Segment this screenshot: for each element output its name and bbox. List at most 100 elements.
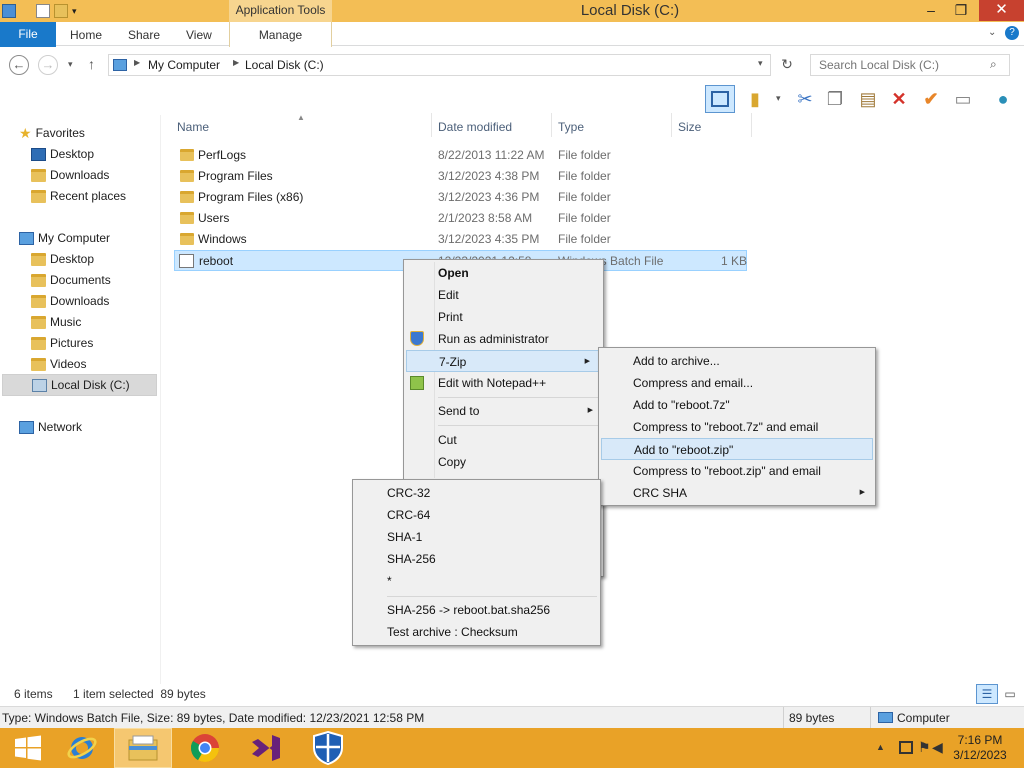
paste-icon[interactable]: ▤ (855, 86, 881, 112)
menu-item-compress-zip-email[interactable]: Compress to "reboot.zip" and email (599, 460, 875, 482)
nav-fav-desktop[interactable]: Desktop (31, 144, 94, 165)
cut-icon[interactable]: ✂ (792, 86, 818, 112)
rename-icon[interactable]: ▭ (950, 86, 976, 112)
menu-item-sha1[interactable]: SHA-1 (353, 526, 600, 548)
file-row[interactable]: Program Files (x86) 3/12/2023 4:36 PM Fi… (174, 187, 747, 208)
folder-options-icon[interactable]: ▮ (742, 86, 768, 112)
tab-home[interactable]: Home (70, 22, 102, 47)
menu-item-compress-email[interactable]: Compress and email... (599, 372, 875, 394)
chevron-down-icon[interactable]: ▾ (758, 58, 763, 69)
nav-documents[interactable]: Documents (31, 270, 111, 291)
nav-fav-recent[interactable]: Recent places (31, 186, 126, 207)
menu-item-notepadpp[interactable]: Edit with Notepad++ (404, 372, 603, 394)
nav-my-computer[interactable]: My Computer (19, 228, 110, 249)
search-icon[interactable]: ⌕ (990, 57, 997, 72)
seven-zip-submenu: Add to archive... Compress and email... … (598, 347, 876, 506)
column-header-date[interactable]: Date modified (438, 118, 512, 136)
start-button[interactable] (0, 728, 56, 768)
refresh-icon[interactable]: ↻ (776, 56, 798, 76)
breadcrumb-local-disk[interactable]: Local Disk (C:) (245, 58, 324, 72)
preview-pane-icon[interactable] (705, 85, 735, 113)
search-input[interactable] (810, 54, 1010, 76)
nav-downloads[interactable]: Downloads (31, 291, 109, 312)
menu-item-add-7z[interactable]: Add to "reboot.7z" (599, 394, 875, 416)
nav-network[interactable]: Network (19, 417, 82, 438)
menu-item-7zip[interactable]: 7-Zip ▶ (406, 350, 601, 372)
address-bar[interactable]: ▶ My Computer ▶ Local Disk (C:) ▾ (108, 54, 771, 76)
copy-icon[interactable]: ❐ (822, 86, 848, 112)
menu-item-send-to[interactable]: Send to ▶ (404, 400, 603, 422)
details-view-icon[interactable]: ☰ (976, 684, 998, 704)
clock[interactable]: 7:16 PM 3/12/2023 (950, 733, 1010, 763)
taskbar-chrome[interactable] (177, 728, 233, 768)
explorer-icon[interactable] (2, 4, 16, 18)
menu-item-sha256-file[interactable]: SHA-256 -> reboot.bat.sha256 (353, 599, 600, 621)
column-separator[interactable] (551, 113, 552, 137)
menu-item-compress-7z-email[interactable]: Compress to "reboot.7z" and email (599, 416, 875, 438)
nav-videos[interactable]: Videos (31, 354, 86, 375)
nav-local-disk[interactable]: Local Disk (C:) (2, 374, 157, 396)
new-folder-icon[interactable] (54, 4, 68, 18)
menu-item-test-checksum[interactable]: Test archive : Checksum (353, 621, 600, 643)
column-separator[interactable] (671, 113, 672, 137)
file-row[interactable]: Users 2/1/2023 8:58 AM File folder (174, 208, 747, 229)
restore-button[interactable]: ❐ (946, 0, 976, 20)
file-row[interactable]: Windows 3/12/2023 4:35 PM File folder (174, 229, 747, 250)
nav-fav-downloads[interactable]: Downloads (31, 165, 109, 186)
chevron-down-icon[interactable]: ⌄ (988, 27, 996, 38)
flag-icon[interactable]: ⚑ (918, 739, 931, 756)
column-header-name[interactable]: Name (177, 118, 209, 136)
menu-item-edit[interactable]: Edit (404, 284, 603, 306)
taskbar-file-explorer[interactable] (114, 728, 172, 768)
menu-item-add-to-archive[interactable]: Add to archive... (599, 350, 875, 372)
chevron-down-icon[interactable]: ▾ (776, 93, 781, 104)
navigation-pane: ★ Favorites Desktop Downloads Recent plac… (0, 115, 160, 684)
nav-pictures[interactable]: Pictures (31, 333, 93, 354)
taskbar-visual-studio[interactable] (238, 728, 294, 768)
menu-item-add-zip[interactable]: Add to "reboot.zip" (601, 438, 873, 460)
forward-arrow-icon[interactable]: → (38, 55, 58, 75)
nav-desktop[interactable]: Desktop (31, 249, 94, 270)
back-arrow-icon[interactable]: ← (9, 55, 29, 75)
menu-item-cut[interactable]: Cut (404, 429, 603, 451)
volume-icon[interactable]: ◀ (932, 739, 943, 756)
taskbar-internet-explorer[interactable] (54, 728, 110, 768)
nav-favorites[interactable]: ★ Favorites (19, 123, 85, 144)
large-icons-view-icon[interactable]: ▭ (1002, 686, 1018, 702)
network-tray-icon[interactable] (899, 741, 913, 754)
tab-view[interactable]: View (186, 22, 212, 47)
menu-item-print[interactable]: Print (404, 306, 603, 328)
file-row[interactable]: Program Files 3/12/2023 4:38 PM File fol… (174, 166, 747, 187)
tab-manage[interactable]: Manage (229, 22, 332, 47)
delete-icon[interactable]: ✕ (886, 86, 912, 112)
up-arrow-icon[interactable]: ↑ (88, 56, 95, 72)
file-row[interactable]: PerfLogs 8/22/2013 11:22 AM File folder (174, 145, 747, 166)
file-size: 89 bytes (789, 711, 835, 725)
menu-item-sha256[interactable]: SHA-256 (353, 548, 600, 570)
column-header-type[interactable]: Type (558, 118, 584, 136)
help-icon[interactable]: ? (1005, 26, 1019, 40)
menu-item-run-as-admin[interactable]: Run as administrator (404, 328, 603, 350)
chevron-up-icon[interactable]: ▲ (876, 742, 885, 752)
column-separator[interactable] (751, 113, 752, 137)
recent-locations-icon[interactable]: ▾ (68, 59, 73, 70)
menu-item-crc-sha[interactable]: CRC SHA ▶ (599, 482, 875, 504)
network-globe-icon[interactable]: ● (990, 86, 1016, 112)
minimize-button[interactable]: – (916, 0, 946, 20)
tab-share[interactable]: Share (128, 22, 160, 47)
nav-music[interactable]: Music (31, 312, 81, 333)
menu-item-crc32[interactable]: CRC-32 (353, 482, 600, 504)
chevron-down-icon[interactable]: ▾ (72, 6, 77, 17)
menu-item-open[interactable]: Open (404, 262, 603, 284)
column-header-size[interactable]: Size (678, 118, 701, 136)
menu-item-all-hashes[interactable]: * (353, 570, 600, 592)
properties-icon[interactable] (36, 4, 50, 18)
checkmark-icon[interactable]: ✔ (918, 86, 944, 112)
taskbar-defender[interactable] (300, 728, 356, 768)
menu-item-copy[interactable]: Copy (404, 451, 603, 473)
menu-item-crc64[interactable]: CRC-64 (353, 504, 600, 526)
tab-file[interactable]: File (0, 22, 56, 47)
close-button[interactable]: ✕ (979, 0, 1024, 21)
breadcrumb-my-computer[interactable]: My Computer (148, 58, 220, 72)
column-separator[interactable] (431, 113, 432, 137)
